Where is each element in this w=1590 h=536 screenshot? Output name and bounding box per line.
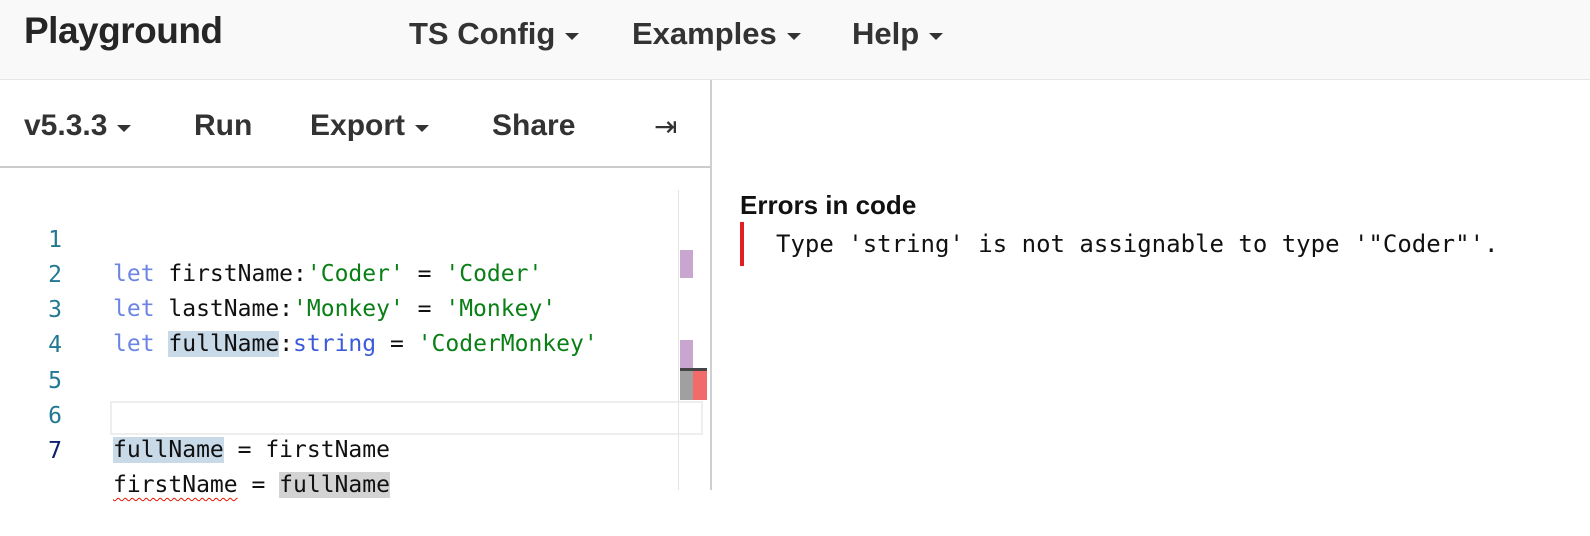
operator: = xyxy=(237,472,280,498)
chevron-down-icon xyxy=(415,124,430,132)
output-pane: Errors in code Type 'string' is not assi… xyxy=(712,80,1590,490)
ts-config-menu-label: TS Config xyxy=(409,16,556,51)
identifier-selected: fullName xyxy=(279,472,390,498)
version-select[interactable]: v5.3.3 xyxy=(24,109,132,143)
ts-config-menu[interactable]: TS Config xyxy=(409,16,580,52)
version-label: v5.3.3 xyxy=(24,109,108,142)
ruler-error-mark xyxy=(693,371,707,400)
operator: = xyxy=(223,437,266,463)
ruler-highlight-mark xyxy=(680,250,693,278)
code-line[interactable]: 3 let fullName:string = 'CoderMonkey' xyxy=(0,259,705,357)
help-menu[interactable]: Help xyxy=(852,16,944,52)
examples-menu-label: Examples xyxy=(632,16,777,51)
code-line[interactable]: 5 xyxy=(0,330,705,394)
code-line-active[interactable]: 7 firstName = fullName xyxy=(0,400,705,498)
chevron-down-icon xyxy=(786,32,801,40)
ruler-selection-mark xyxy=(680,371,693,400)
editor-pane: v5.3.3 Run Export Share ⇥ 1 let firstNam… xyxy=(0,80,712,498)
code-line[interactable]: 2 let lastName:'Monkey' = 'Monkey' xyxy=(0,224,705,322)
collapse-right-icon[interactable]: ⇥ xyxy=(654,110,677,143)
chevron-down-icon xyxy=(929,32,944,40)
help-menu-label: Help xyxy=(852,16,920,51)
ruler-highlight-mark xyxy=(680,340,693,368)
identifier-highlighted: fullName xyxy=(113,437,224,463)
run-button-label: Run xyxy=(194,109,253,142)
export-menu[interactable]: Export xyxy=(310,109,430,143)
chevron-down-icon xyxy=(117,124,132,132)
code-line[interactable]: 6 fullName = firstName xyxy=(0,365,705,463)
chevron-down-icon xyxy=(565,32,580,40)
share-button[interactable]: Share xyxy=(492,109,575,143)
code-text: fullName = firstName xyxy=(113,433,390,467)
code-line[interactable]: 4 xyxy=(0,294,705,358)
overview-ruler[interactable] xyxy=(678,190,707,490)
code-text: firstName = fullName xyxy=(113,468,390,502)
editor-toolbar: v5.3.3 Run Export Share ⇥ xyxy=(0,80,710,168)
run-button[interactable]: Run xyxy=(194,109,252,143)
code-line[interactable]: 1 let firstName:'Coder' = 'Coder' xyxy=(0,189,705,287)
code-editor[interactable]: 1 let firstName:'Coder' = 'Coder' 2 let … xyxy=(0,170,710,498)
share-button-label: Share xyxy=(492,109,576,142)
examples-menu[interactable]: Examples xyxy=(632,16,801,52)
line-number: 7 xyxy=(48,438,62,464)
error-message[interactable]: Type 'string' is not assignable to type … xyxy=(740,222,1498,266)
identifier: firstName xyxy=(265,437,390,463)
errors-heading: Errors in code xyxy=(740,190,917,220)
export-menu-label: Export xyxy=(310,109,406,142)
identifier-error: firstName xyxy=(113,472,238,498)
logo[interactable]: Playground xyxy=(24,10,223,52)
top-nav-bar: Playground TS Config Examples Help xyxy=(0,0,1590,80)
